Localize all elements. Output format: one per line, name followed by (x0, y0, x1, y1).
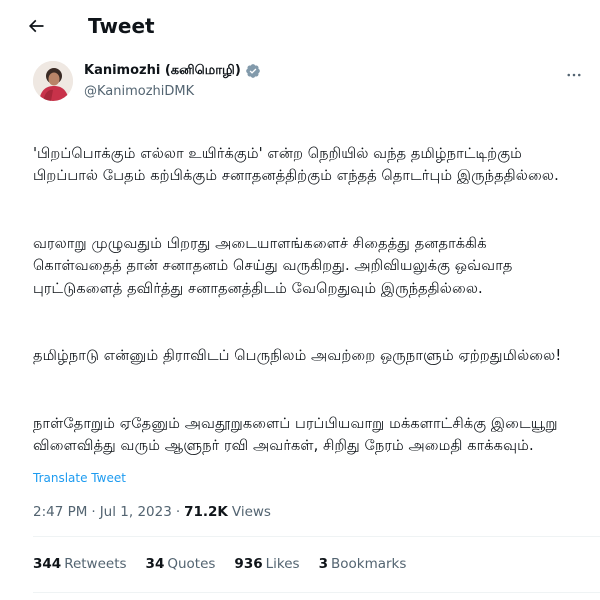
tweet-time[interactable]: 2:47 PM (33, 504, 87, 520)
retweets-stat[interactable]: 344 Retweets (33, 556, 127, 572)
quotes-label: Quotes (167, 556, 216, 572)
tweet-text: 'பிறப்பொக்கும் எல்லா உயிர்க்கும்' என்ற ந… (33, 120, 578, 480)
arrow-left-icon (28, 19, 44, 33)
quotes-stat[interactable]: 34 Quotes (146, 556, 216, 572)
likes-label: Likes (265, 556, 300, 572)
meta-separator: · (175, 504, 181, 520)
more-horizontal-icon (567, 73, 581, 77)
top-bar: Tweet (0, 0, 600, 53)
bookmarks-stat[interactable]: 3 Bookmarks (319, 556, 407, 572)
page-title: Tweet (88, 14, 155, 38)
tweet-paragraph: நாள்தோறும் ஏதேனும் அவதூறுகளைப் பரப்பியவா… (33, 414, 558, 455)
verified-badge-icon (245, 64, 260, 78)
display-name-row: Kanimozhi (கனிமொழி) (84, 63, 261, 79)
avatar-image (33, 61, 73, 101)
tweet-paragraph: தமிழ்நாடு என்னும் திராவிடப் பெருநிலம் அவ… (33, 347, 562, 364)
tweet-paragraph: வரலாறு முழுவதும் பிறரது அடையாளங்களைச் சி… (33, 234, 513, 297)
retweets-label: Retweets (64, 556, 127, 572)
meta-separator: · (91, 504, 96, 520)
engagement-stats: 344 Retweets 34 Quotes 936 Likes 3 Bookmarks (33, 556, 406, 572)
views-count: 71.2K (184, 504, 228, 520)
likes-stat[interactable]: 936 Likes (234, 556, 299, 572)
bookmarks-count: 3 (318, 556, 328, 572)
tweet-metadata: 2:47 PM · Jul 1, 2023 · 71.2K Views (33, 504, 271, 520)
views-label: Views (231, 504, 271, 520)
user-handle[interactable]: @KanimozhiDMK (84, 84, 194, 99)
translate-tweet-link[interactable]: Translate Tweet (33, 471, 126, 485)
more-options-button[interactable] (560, 61, 588, 89)
display-name[interactable]: Kanimozhi (கனிமொழி) (84, 63, 241, 79)
retweets-count: 344 (33, 556, 62, 572)
tweet-date[interactable]: Jul 1, 2023 (100, 504, 172, 520)
tweet-paragraph: 'பிறப்பொக்கும் எல்லா உயிர்க்கும்' என்ற ந… (33, 144, 559, 185)
divider (33, 592, 600, 593)
quotes-count: 34 (145, 556, 165, 572)
tweet-author: Kanimozhi (கனிமொழி) @KanimozhiDMK (0, 53, 600, 117)
likes-count: 936 (234, 556, 263, 572)
avatar[interactable] (33, 61, 73, 101)
divider (33, 536, 600, 537)
bookmarks-label: Bookmarks (330, 556, 407, 572)
back-button[interactable] (18, 8, 54, 44)
